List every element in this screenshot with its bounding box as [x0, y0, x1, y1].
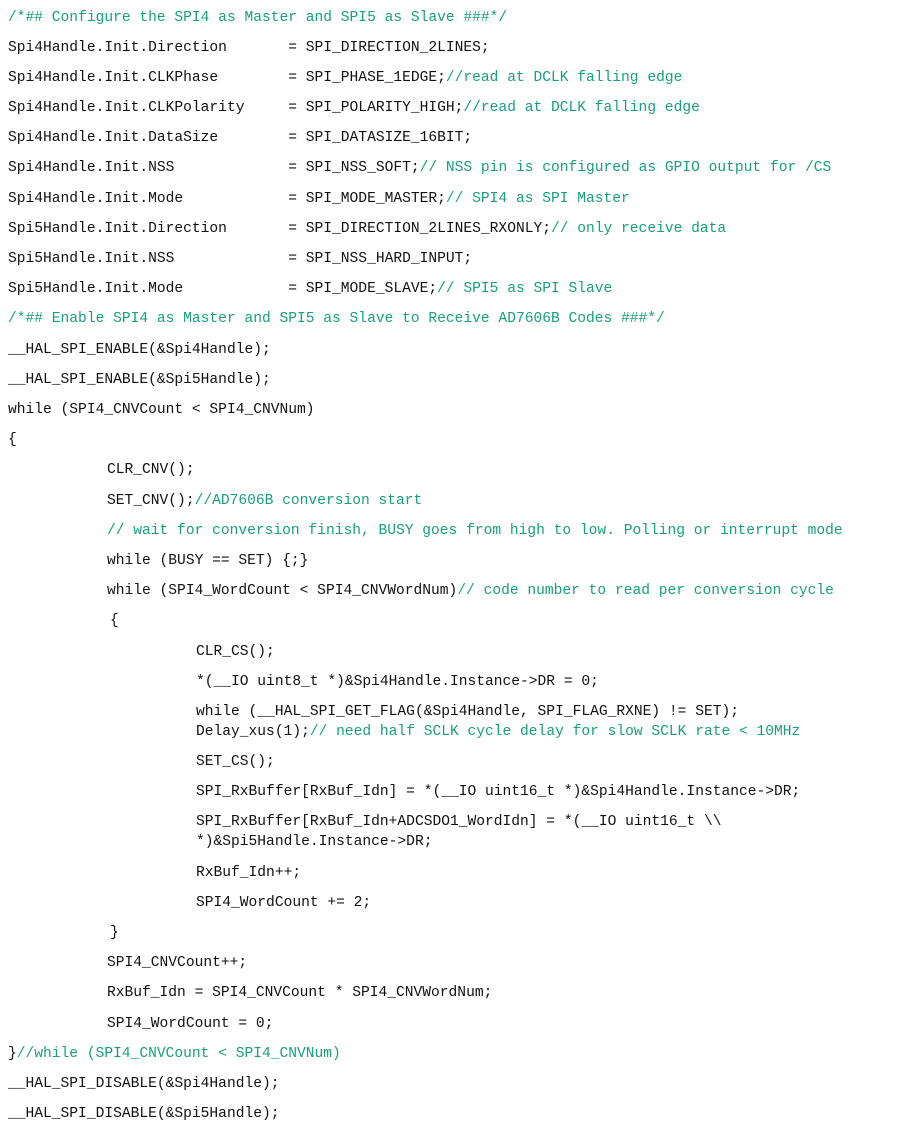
- code-token: {: [110, 613, 119, 629]
- code-token: SET_CS();: [196, 754, 275, 770]
- code-token: RxBuf_Idn++;: [196, 865, 302, 881]
- code-token: __HAL_SPI_ENABLE(&Spi4Handle);: [8, 342, 271, 358]
- code-token: {: [8, 432, 17, 448]
- code-line: }//while (SPI4_CNVCount < SPI4_CNVNum): [8, 1045, 341, 1063]
- code-line: // wait for conversion finish, BUSY goes…: [107, 522, 843, 540]
- code-comment-token: //read at DCLK falling edge: [463, 100, 700, 116]
- code-token: __HAL_SPI_DISABLE(&Spi4Handle);: [8, 1076, 280, 1092]
- code-line: __HAL_SPI_ENABLE(&Spi5Handle);: [8, 371, 271, 389]
- code-comment-token: // SPI4 as SPI Master: [445, 191, 630, 207]
- code-token: Spi4Handle.Init.Mode = SPI_MODE_MASTER;: [8, 191, 446, 207]
- code-line: Spi4Handle.Init.CLKPolarity = SPI_POLARI…: [8, 99, 700, 117]
- code-token: CLR_CNV();: [107, 462, 195, 478]
- code-comment-token: //while (SPI4_CNVCount < SPI4_CNVNum): [16, 1046, 341, 1062]
- code-token: SPI_RxBuffer[RxBuf_Idn+ADCSDO1_WordIdn] …: [196, 814, 722, 830]
- code-token: Spi4Handle.Init.DataSize = SPI_DATASIZE_…: [8, 130, 473, 146]
- code-token: while (SPI4_CNVCount < SPI4_CNVNum): [8, 402, 315, 418]
- code-line: while (BUSY == SET) {;}: [107, 552, 308, 570]
- code-comment-token: // SPI5 as SPI Slave: [437, 281, 613, 297]
- code-token: RxBuf_Idn = SPI4_CNVCount * SPI4_CNVWord…: [107, 985, 493, 1001]
- code-token: SPI_RxBuffer[RxBuf_Idn] = *(__IO uint16_…: [196, 784, 801, 800]
- code-line: CLR_CS();: [196, 643, 275, 661]
- code-token: Spi5Handle.Init.Direction = SPI_DIRECTIO…: [8, 221, 551, 237]
- code-line: while (SPI4_CNVCount < SPI4_CNVNum): [8, 401, 315, 419]
- code-line: RxBuf_Idn = SPI4_CNVCount * SPI4_CNVWord…: [107, 984, 492, 1002]
- code-line: *)&Spi5Handle.Instance->DR;: [196, 833, 432, 851]
- code-comment-token: /*## Enable SPI4 as Master and SPI5 as S…: [8, 311, 665, 327]
- code-token: }: [110, 925, 119, 941]
- code-token: Spi4Handle.Init.CLKPolarity = SPI_POLARI…: [8, 100, 464, 116]
- code-line: Spi4Handle.Init.Mode = SPI_MODE_MASTER;/…: [8, 190, 630, 208]
- code-line: while (__HAL_SPI_GET_FLAG(&Spi4Handle, S…: [196, 703, 739, 721]
- code-line: /*## Configure the SPI4 as Master and SP…: [8, 9, 507, 27]
- code-token: *)&Spi5Handle.Instance->DR;: [196, 834, 433, 850]
- code-line: __HAL_SPI_DISABLE(&Spi4Handle);: [8, 1075, 280, 1093]
- code-line: __HAL_SPI_ENABLE(&Spi4Handle);: [8, 341, 271, 359]
- code-token: __HAL_SPI_ENABLE(&Spi5Handle);: [8, 372, 271, 388]
- code-comment-token: //AD7606B conversion start: [194, 493, 423, 509]
- code-token: while (SPI4_WordCount < SPI4_CNVWordNum): [107, 583, 458, 599]
- code-token: Spi5Handle.Init.NSS = SPI_NSS_HARD_INPUT…: [8, 251, 473, 267]
- code-line: Spi5Handle.Init.Direction = SPI_DIRECTIO…: [8, 220, 726, 238]
- code-token: SPI4_WordCount = 0;: [107, 1016, 274, 1032]
- code-token: while (__HAL_SPI_GET_FLAG(&Spi4Handle, S…: [196, 704, 739, 720]
- code-comment-token: // NSS pin is configured as GPIO output …: [419, 160, 832, 176]
- code-line: SPI_RxBuffer[RxBuf_Idn+ADCSDO1_WordIdn] …: [196, 813, 721, 831]
- code-line: while (SPI4_WordCount < SPI4_CNVWordNum)…: [107, 582, 834, 600]
- code-token: Spi5Handle.Init.Mode = SPI_MODE_SLAVE;: [8, 281, 438, 297]
- code-token: __HAL_SPI_DISABLE(&Spi5Handle);: [8, 1106, 280, 1122]
- code-line: SPI4_WordCount = 0;: [107, 1015, 273, 1033]
- code-token: Delay_xus(1);: [196, 724, 310, 740]
- code-token: Spi4Handle.Init.CLKPhase = SPI_PHASE_1ED…: [8, 70, 446, 86]
- code-line: SPI4_WordCount += 2;: [196, 894, 371, 912]
- code-comment-token: // only receive data: [550, 221, 727, 237]
- code-token: }: [8, 1046, 17, 1062]
- code-token: while (BUSY == SET) {;}: [107, 553, 309, 569]
- code-line: SET_CS();: [196, 753, 275, 771]
- code-comment-token: // need half SCLK cycle delay for slow S…: [309, 724, 801, 740]
- code-line: RxBuf_Idn++;: [196, 864, 301, 882]
- code-token: SET_CNV();: [107, 493, 195, 509]
- code-comment-token: //read at DCLK falling edge: [445, 70, 683, 86]
- code-line: SPI_RxBuffer[RxBuf_Idn] = *(__IO uint16_…: [196, 783, 800, 801]
- code-line: Spi4Handle.Init.NSS = SPI_NSS_SOFT;// NS…: [8, 159, 831, 177]
- code-line: Spi4Handle.Init.Direction = SPI_DIRECTIO…: [8, 39, 490, 57]
- code-line: Spi4Handle.Init.CLKPhase = SPI_PHASE_1ED…: [8, 69, 682, 87]
- code-line: Delay_xus(1);// need half SCLK cycle del…: [196, 723, 800, 741]
- code-line: CLR_CNV();: [107, 461, 195, 479]
- code-comment-token: // wait for conversion finish, BUSY goes…: [107, 523, 843, 539]
- code-line: /*## Enable SPI4 as Master and SPI5 as S…: [8, 310, 665, 328]
- code-comment-token: // code number to read per conversion cy…: [457, 583, 834, 599]
- code-token: *(__IO uint8_t *)&Spi4Handle.Instance->D…: [196, 674, 599, 690]
- code-line: {: [110, 612, 119, 630]
- code-listing: /*## Configure the SPI4 as Master and SP…: [0, 0, 900, 1131]
- code-line: Spi5Handle.Init.NSS = SPI_NSS_HARD_INPUT…: [8, 250, 472, 268]
- code-token: CLR_CS();: [196, 644, 275, 660]
- code-line: {: [8, 431, 17, 449]
- code-line: Spi5Handle.Init.Mode = SPI_MODE_SLAVE;//…: [8, 280, 612, 298]
- code-token: SPI4_WordCount += 2;: [196, 895, 372, 911]
- code-token: SPI4_CNVCount++;: [107, 955, 248, 971]
- code-line: SPI4_CNVCount++;: [107, 954, 247, 972]
- code-token: Spi4Handle.Init.Direction = SPI_DIRECTIO…: [8, 40, 490, 56]
- code-line: SET_CNV();//AD7606B conversion start: [107, 492, 422, 510]
- code-line: }: [110, 924, 119, 942]
- code-token: Spi4Handle.Init.NSS = SPI_NSS_SOFT;: [8, 160, 420, 176]
- code-line: *(__IO uint8_t *)&Spi4Handle.Instance->D…: [196, 673, 599, 691]
- code-line: __HAL_SPI_DISABLE(&Spi5Handle);: [8, 1105, 280, 1123]
- code-line: Spi4Handle.Init.DataSize = SPI_DATASIZE_…: [8, 129, 472, 147]
- code-comment-token: /*## Configure the SPI4 as Master and SP…: [8, 10, 508, 26]
